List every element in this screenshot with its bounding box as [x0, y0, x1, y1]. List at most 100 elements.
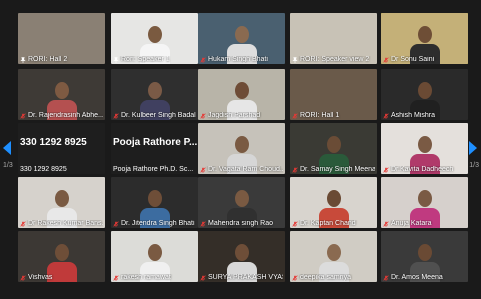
participant-name-label: Dr. Samay Singh Meena — [292, 166, 375, 173]
participant-name-label: Pooja Rathore Ph.D. Sc... — [113, 166, 194, 173]
participant-name-text: Dr. Amos Meena — [391, 274, 443, 281]
participant-name-label: Vishvas — [20, 274, 103, 281]
participant-name-text: Dr. Kaptan Chand — [300, 220, 356, 227]
microphone-muted-icon — [383, 274, 389, 281]
microphone-muted-icon — [113, 220, 119, 227]
participant-name-text: Dr Sonu Saini — [391, 56, 435, 63]
participant-name-label: Rori: Speaker 1 — [113, 56, 196, 63]
page-indicator-right: 1/3 — [469, 162, 479, 169]
microphone-muted-icon — [292, 274, 298, 281]
participant-tile[interactable]: Ashish Mishra — [381, 69, 468, 120]
participant-name-text: Dr. Samay Singh Meena — [300, 166, 375, 173]
chevron-right-icon[interactable] — [468, 140, 478, 156]
microphone-muted-icon — [383, 220, 389, 227]
participant-name-text: RORI: Hall 1 — [300, 112, 340, 119]
participant-name-text: Dr.Kavita Dadheech — [391, 166, 454, 173]
participant-name-label: RORI: Hall 1 — [292, 112, 375, 119]
participant-tile[interactable]: Dr Rakesh Kumar Bans... — [18, 177, 105, 228]
participant-tile[interactable]: Dr. Kulbeer Singh Badal — [111, 69, 198, 120]
participant-name-label: RORI: Hall 2 — [20, 56, 103, 63]
participant-name-label: Dr. Kaptan Chand — [292, 220, 375, 227]
participant-name-text: Dr. Jitendra Singh Bhati — [121, 220, 195, 227]
participant-name-text: RORI: Hall 2 — [28, 56, 68, 63]
participant-name-text: Dr. Rajendrasinh Abhe... — [28, 112, 103, 119]
participant-tile[interactable]: RORI: Speaker view 2 — [290, 13, 377, 64]
page-indicator-left: 1/3 — [3, 162, 13, 169]
video-meeting-gallery: RORI: Hall 2 Rori: Speaker 1 Hukam Singh B… — [0, 0, 481, 299]
microphone-muted-icon — [292, 166, 298, 173]
participant-tile[interactable]: Dr Sonu Saini — [381, 13, 468, 64]
microphone-muted-icon — [20, 112, 26, 119]
participant-name-label: 330 1292 8925 — [20, 166, 67, 173]
participant-tile[interactable]: Dr. Amos Meena — [381, 231, 468, 282]
participant-tile[interactable]: 330 1292 8925 330 1292 8925 — [18, 123, 105, 174]
microphone-muted-icon — [383, 56, 389, 63]
participant-tile[interactable]: Dr. Rajendrasinh Abhe... — [18, 69, 105, 120]
participant-tile[interactable]: Dr. Vagata Ram Choud... — [198, 123, 285, 174]
participant-name-text: Vishvas — [28, 274, 53, 281]
participant-name-label: RORI: Speaker view 2 — [292, 56, 375, 63]
participant-tile[interactable]: Dr.Kavita Dadheech — [381, 123, 468, 174]
microphone-muted-icon — [200, 112, 206, 119]
microphone-muted-icon — [20, 274, 26, 281]
participant-name-text: Anuja Katara — [391, 220, 432, 227]
microphone-muted-icon — [20, 220, 26, 227]
participant-name-label: Mahendra singh Rao — [200, 220, 283, 227]
participant-name-text: SURYA PRAKASH VYAS — [208, 274, 283, 281]
participant-name-text: deepika samriya — [300, 274, 351, 281]
participant-grid: RORI: Hall 2 Rori: Speaker 1 Hukam Singh B… — [18, 13, 478, 283]
participant-display-name: 330 1292 8925 — [20, 137, 87, 148]
pin-icon — [292, 56, 298, 63]
participant-tile[interactable]: RORI: Hall 1 — [290, 69, 377, 120]
participant-name-label: Dr Rakesh Kumar Bans... — [20, 220, 103, 227]
participant-name-label: Dr Sonu Saini — [383, 56, 466, 63]
participant-tile[interactable]: Anuja Katara — [381, 177, 468, 228]
participant-name-text: rakesh ramawat — [121, 274, 171, 281]
participant-name-text: Dr. Kulbeer Singh Badal — [121, 112, 196, 119]
participant-name-label: Anuja Katara — [383, 220, 466, 227]
pin-icon — [20, 56, 26, 63]
microphone-muted-icon — [383, 166, 389, 173]
participant-tile[interactable]: rakesh ramawat — [111, 231, 198, 282]
participant-name-label: Dr. Kulbeer Singh Badal — [113, 112, 196, 119]
participant-tile[interactable]: Dr. Kaptan Chand — [290, 177, 377, 228]
microphone-muted-icon — [200, 274, 206, 281]
participant-name-text: Mahendra singh Rao — [208, 220, 273, 227]
participant-name-label: Jagdish Parshad — [200, 112, 283, 119]
participant-name-text: Ashish Mishra — [391, 112, 435, 119]
participant-name-text: Jagdish Parshad — [208, 112, 261, 119]
participant-name-label: SURYA PRAKASH VYAS — [200, 274, 283, 281]
participant-display-name: Pooja Rathore P... — [113, 137, 198, 148]
participant-name-label: Ashish Mishra — [383, 112, 466, 119]
microphone-muted-icon — [292, 220, 298, 227]
participant-name-label: Dr.Kavita Dadheech — [383, 166, 466, 173]
participant-name-text: RORI: Speaker view 2 — [300, 56, 370, 63]
participant-tile[interactable]: Dr. Jitendra Singh Bhati — [111, 177, 198, 228]
participant-tile[interactable]: Dr. Samay Singh Meena — [290, 123, 377, 174]
participant-tile[interactable]: Rori: Speaker 1 — [111, 13, 198, 64]
participant-name-text: Rori: Speaker 1 — [121, 56, 170, 63]
microphone-muted-icon — [200, 56, 206, 63]
participant-name-text: Dr Rakesh Kumar Bans... — [28, 220, 103, 227]
participant-name-label: deepika samriya — [292, 274, 375, 281]
participant-name-label: Dr. Amos Meena — [383, 274, 466, 281]
participant-tile[interactable]: Jagdish Parshad — [198, 69, 285, 120]
microphone-muted-icon — [200, 166, 206, 173]
microphone-muted-icon — [113, 274, 119, 281]
pin-icon — [113, 56, 119, 63]
microphone-muted-icon — [200, 220, 206, 227]
participant-name-label: Dr. Vagata Ram Choud... — [200, 166, 283, 173]
participant-tile[interactable]: Mahendra singh Rao — [198, 177, 285, 228]
participant-tile[interactable]: Vishvas — [18, 231, 105, 282]
microphone-muted-icon — [292, 112, 298, 119]
participant-tile[interactable]: Pooja Rathore P... Pooja Rathore Ph.D. Sc… — [111, 123, 198, 174]
participant-tile[interactable]: RORI: Hall 2 — [18, 13, 105, 64]
participant-name-text: Dr. Vagata Ram Choud... — [208, 166, 283, 173]
participant-tile[interactable]: deepika samriya — [290, 231, 377, 282]
participant-tile[interactable]: Hukam Singh Bhati — [198, 13, 285, 64]
chevron-left-icon[interactable] — [2, 140, 12, 156]
microphone-muted-icon — [113, 112, 119, 119]
participant-name-label: Dr. Rajendrasinh Abhe... — [20, 112, 103, 119]
participant-name-label: rakesh ramawat — [113, 274, 196, 281]
participant-tile[interactable]: SURYA PRAKASH VYAS — [198, 231, 285, 282]
